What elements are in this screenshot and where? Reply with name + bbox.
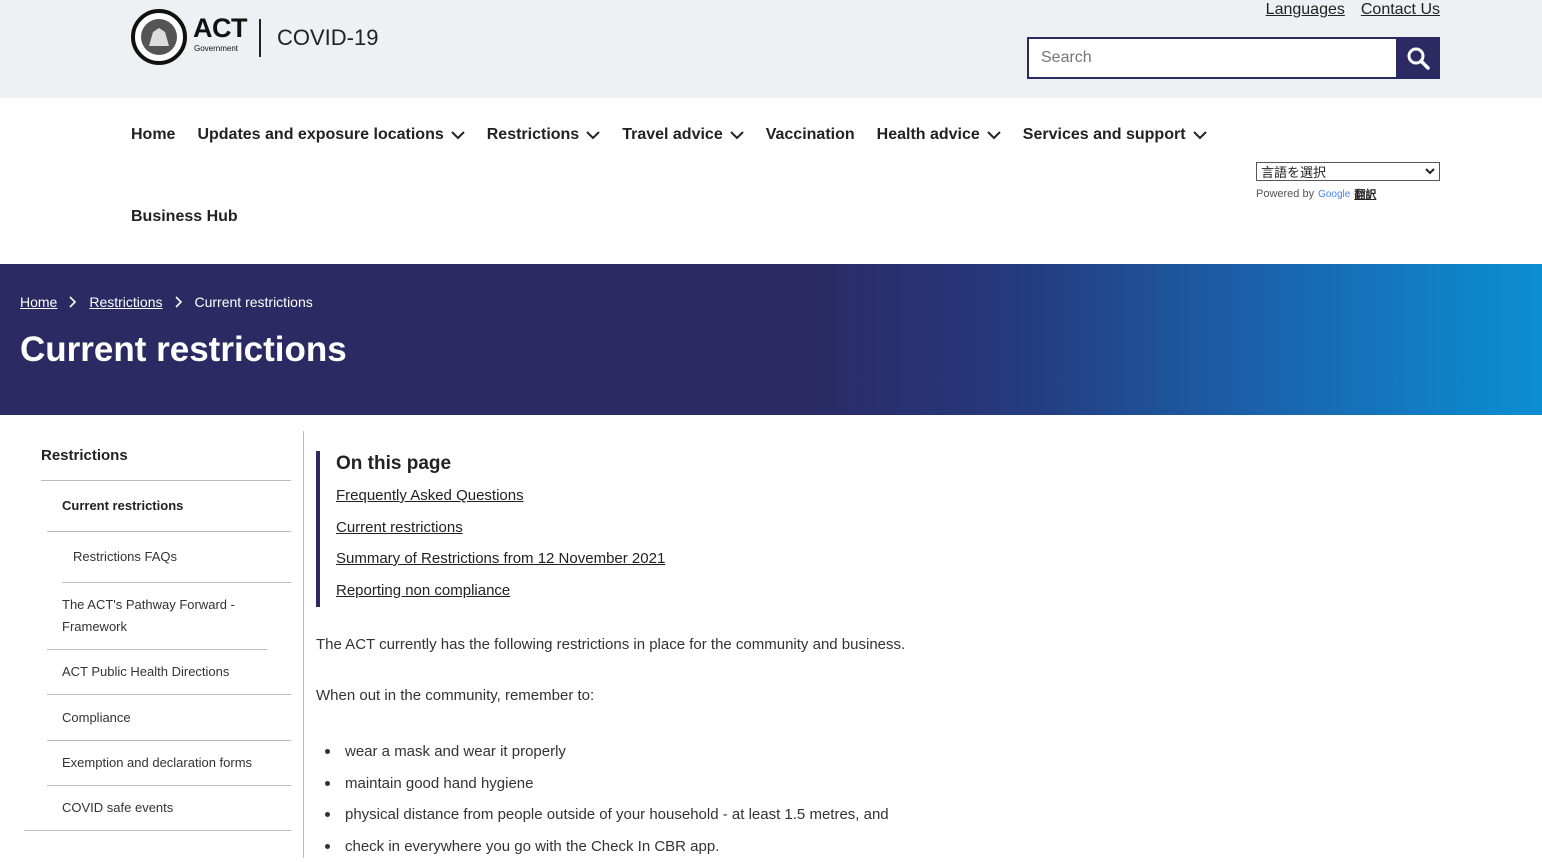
sidebar-item-restrictions-faqs[interactable]: Restrictions FAQs [62,532,291,583]
on-this-page-links: Frequently Asked Questions Current restr… [336,487,916,613]
sidebar-item-compliance[interactable]: Compliance [47,695,291,741]
community-guidance-list: wear a mask and wear it properly maintai… [316,736,889,862]
sidebar-heading[interactable]: Restrictions [41,431,291,481]
breadcrumb-current: Current restrictions [195,294,313,310]
breadcrumb-home[interactable]: Home [20,294,57,310]
search-icon [1406,46,1430,70]
sidebar-item-exemption-forms[interactable]: Exemption and declaration forms [47,741,291,786]
contact-us-link[interactable]: Contact Us [1361,1,1440,19]
sidebar-nav: Restrictions Current restrictions Restri… [24,431,291,831]
search-form [1027,37,1440,79]
nav-restrictions[interactable]: Restrictions [487,126,600,144]
chevron-down-icon [451,131,465,140]
on-this-page-heading: On this page [336,453,916,475]
nav-home[interactable]: Home [131,126,175,144]
chevron-down-icon [1193,131,1207,140]
brand-government-text: Government [194,44,238,53]
nav-health-advice[interactable]: Health advice [877,126,1001,144]
list-item: wear a mask and wear it properly [316,736,889,768]
breadcrumb-restrictions[interactable]: Restrictions [89,294,162,310]
powered-by-text: Powered by [1256,188,1314,200]
list-item: Frequently Asked Questions [336,487,916,519]
google-logo[interactable]: Google [1318,189,1350,200]
brand-divider [259,19,261,57]
google-translate-attribution: Powered by Google 翻訳 [1256,186,1376,202]
intro-paragraph: The ACT currently has the following rest… [316,636,905,653]
sidebar-item-current-restrictions[interactable]: Current restrictions [47,481,291,532]
nav-travel-advice[interactable]: Travel advice [622,126,744,144]
chevron-right-icon [69,296,77,308]
search-button[interactable] [1396,37,1440,79]
nav-vaccination[interactable]: Vaccination [766,126,855,144]
list-item: Reporting non compliance [336,582,916,614]
list-item: physical distance from people outside of… [316,799,889,831]
anchor-link-current-restrictions[interactable]: Current restrictions [336,519,463,536]
list-item: maintain good hand hygiene [316,768,889,800]
breadcrumb: Home Restrictions Current restrictions [20,294,313,310]
list-item: Current restrictions [336,519,916,551]
utility-links: Languages Contact Us [1266,1,1440,19]
chevron-right-icon [175,296,183,308]
chevron-down-icon [1425,168,1435,175]
translate-link[interactable]: 翻訳 [1354,186,1376,202]
site-header: ACT Government COVID-19 Languages Contac… [0,0,1542,98]
nav-services-support[interactable]: Services and support [1023,126,1207,144]
language-select-value: 言語を選択 [1261,162,1326,181]
coat-of-arms-icon [141,19,177,55]
search-input[interactable] [1027,37,1396,79]
main-nav: Home Updates and exposure locations Rest… [131,126,1207,144]
sidebar-item-public-health-directions[interactable]: ACT Public Health Directions [47,650,291,695]
anchor-link-faq[interactable]: Frequently Asked Questions [336,487,524,504]
nav-updates[interactable]: Updates and exposure locations [197,126,464,144]
on-this-page-box: On this page Frequently Asked Questions … [316,451,916,607]
list-item: Summary of Restrictions from 12 November… [336,550,916,582]
sidebar-divider [303,431,304,858]
chevron-down-icon [730,131,744,140]
remember-paragraph: When out in the community, remember to: [316,687,594,704]
nav-business-hub[interactable]: Business Hub [131,208,238,226]
sidebar-item-covid-safe-events[interactable]: COVID safe events [24,786,291,831]
page-banner: Home Restrictions Current restrictions C… [0,264,1542,415]
anchor-link-summary[interactable]: Summary of Restrictions from 12 November… [336,550,665,567]
brand-act-text: ACT [193,14,247,42]
chevron-down-icon [987,131,1001,140]
languages-link[interactable]: Languages [1266,1,1345,19]
sidebar-item-pathway-forward[interactable]: The ACT's Pathway Forward - Framework [47,583,267,650]
page-title: Current restrictions [20,330,347,370]
anchor-link-reporting[interactable]: Reporting non compliance [336,582,510,599]
act-government-logo[interactable] [131,9,187,65]
list-item: check in everywhere you go with the Chec… [316,831,889,862]
chevron-down-icon [586,131,600,140]
site-name[interactable]: COVID-19 [277,25,378,51]
language-select[interactable]: 言語を選択 [1256,162,1440,181]
